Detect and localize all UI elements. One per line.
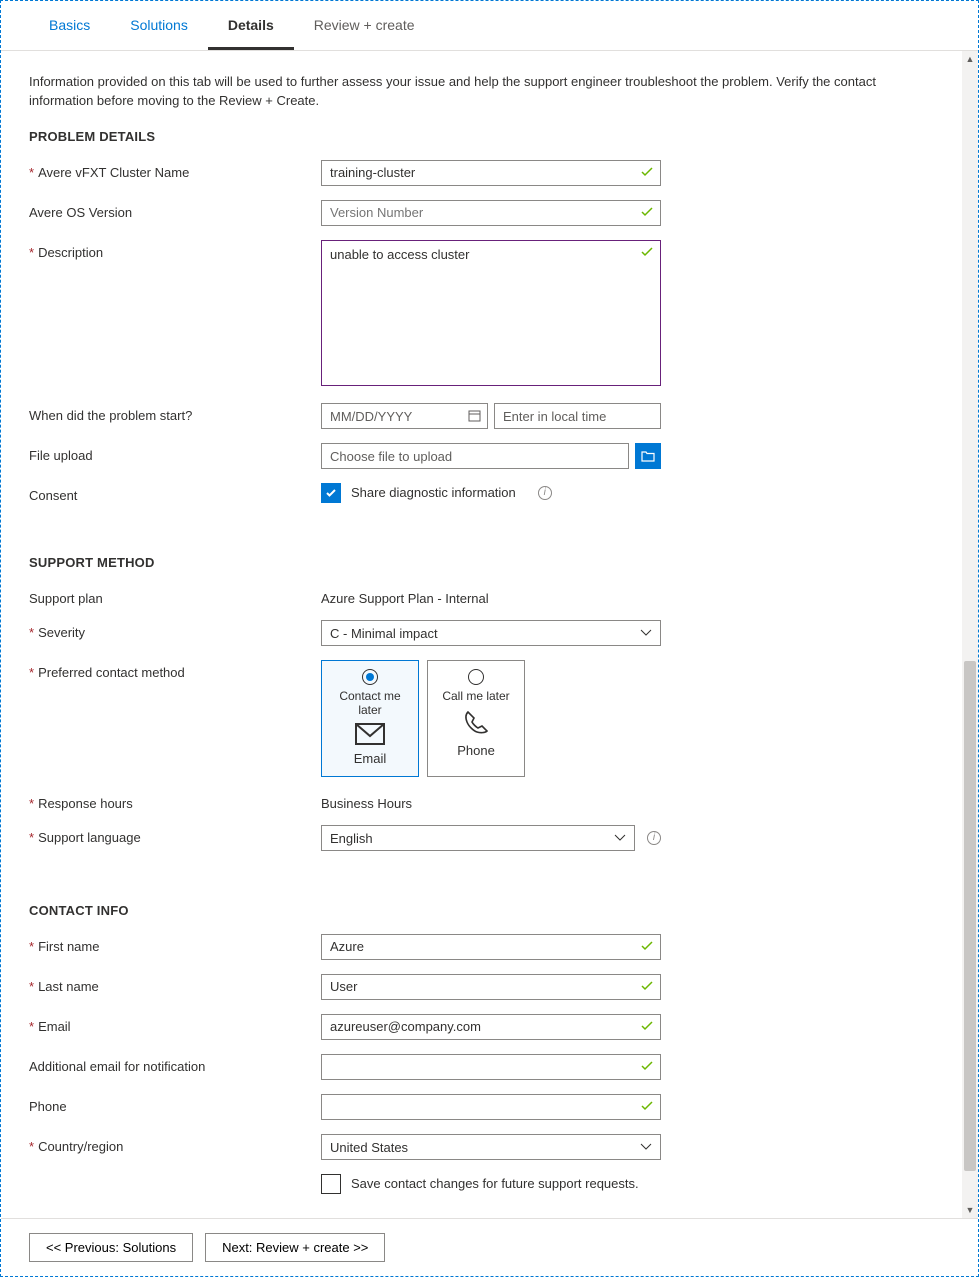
label-cluster-name: *Avere vFXT Cluster Name bbox=[29, 160, 321, 180]
label-response-hours: *Response hours bbox=[29, 791, 321, 811]
phone-input[interactable] bbox=[321, 1094, 661, 1120]
panel: Basics Solutions Details Review + create… bbox=[0, 0, 979, 1277]
label-os-version: Avere OS Version bbox=[29, 200, 321, 220]
consent-label: Share diagnostic information bbox=[351, 485, 516, 500]
last-name-input[interactable] bbox=[321, 974, 661, 1000]
section-support-method: SUPPORT METHOD bbox=[29, 555, 934, 570]
info-icon[interactable]: i bbox=[538, 486, 552, 500]
time-input[interactable]: Enter in local time bbox=[494, 403, 661, 429]
additional-email-input[interactable] bbox=[321, 1054, 661, 1080]
intro-text: Information provided on this tab will be… bbox=[29, 73, 934, 111]
footer: << Previous: Solutions Next: Review + cr… bbox=[1, 1218, 978, 1276]
check-icon bbox=[641, 1060, 653, 1072]
check-icon bbox=[641, 940, 653, 952]
label-email: *Email bbox=[29, 1014, 321, 1034]
tab-solutions[interactable]: Solutions bbox=[110, 1, 208, 50]
card-email-label: Contact me later bbox=[326, 689, 414, 717]
label-country: *Country/region bbox=[29, 1134, 321, 1154]
severity-select[interactable]: C - Minimal impact bbox=[321, 620, 661, 646]
tab-basics[interactable]: Basics bbox=[29, 1, 110, 50]
save-contact-checkbox[interactable] bbox=[321, 1174, 341, 1194]
label-when-start: When did the problem start? bbox=[29, 403, 321, 423]
contact-method-phone[interactable]: Call me later Phone bbox=[427, 660, 525, 777]
check-icon bbox=[641, 1100, 653, 1112]
label-consent: Consent bbox=[29, 483, 321, 503]
previous-button[interactable]: << Previous: Solutions bbox=[29, 1233, 193, 1262]
response-hours-value: Business Hours bbox=[321, 791, 661, 811]
check-icon bbox=[641, 246, 653, 258]
section-problem-details: PROBLEM DETAILS bbox=[29, 129, 934, 144]
chevron-down-icon bbox=[614, 834, 626, 842]
label-support-plan: Support plan bbox=[29, 586, 321, 606]
scrollbar[interactable]: ▲ ▼ bbox=[962, 51, 978, 1218]
scroll-down[interactable]: ▼ bbox=[962, 1202, 978, 1218]
cluster-name-input[interactable] bbox=[321, 160, 661, 186]
label-additional-email: Additional email for notification bbox=[29, 1054, 321, 1074]
card-phone-sub: Phone bbox=[432, 743, 520, 758]
card-email-sub: Email bbox=[326, 751, 414, 766]
chevron-down-icon bbox=[640, 629, 652, 637]
support-plan-value: Azure Support Plan - Internal bbox=[321, 586, 661, 606]
scroll-area: Information provided on this tab will be… bbox=[1, 51, 978, 1218]
scroll-thumb[interactable] bbox=[964, 661, 976, 1171]
folder-icon bbox=[641, 450, 655, 462]
phone-icon bbox=[432, 709, 520, 737]
calendar-icon bbox=[468, 409, 481, 422]
os-version-input[interactable] bbox=[321, 200, 661, 226]
label-phone: Phone bbox=[29, 1094, 321, 1114]
radio-email bbox=[362, 669, 378, 685]
label-contact-method: *Preferred contact method bbox=[29, 660, 321, 680]
label-description: *Description bbox=[29, 240, 321, 260]
label-severity: *Severity bbox=[29, 620, 321, 640]
scroll-up[interactable]: ▲ bbox=[962, 51, 978, 67]
radio-phone bbox=[468, 669, 484, 685]
consent-checkbox[interactable] bbox=[321, 483, 341, 503]
country-select[interactable]: United States bbox=[321, 1134, 661, 1160]
label-last-name: *Last name bbox=[29, 974, 321, 994]
support-language-select[interactable]: English bbox=[321, 825, 635, 851]
tab-bar: Basics Solutions Details Review + create bbox=[1, 1, 978, 51]
tab-review[interactable]: Review + create bbox=[294, 1, 435, 50]
contact-method-email[interactable]: Contact me later Email bbox=[321, 660, 419, 777]
label-file-upload: File upload bbox=[29, 443, 321, 463]
email-input[interactable] bbox=[321, 1014, 661, 1040]
tab-details[interactable]: Details bbox=[208, 1, 294, 50]
next-button[interactable]: Next: Review + create >> bbox=[205, 1233, 385, 1262]
card-phone-label: Call me later bbox=[432, 689, 520, 703]
file-browse-button[interactable] bbox=[635, 443, 661, 469]
check-icon bbox=[641, 1020, 653, 1032]
label-first-name: *First name bbox=[29, 934, 321, 954]
section-contact-info: CONTACT INFO bbox=[29, 903, 934, 918]
check-icon bbox=[641, 166, 653, 178]
save-contact-label: Save contact changes for future support … bbox=[351, 1176, 639, 1191]
info-icon[interactable]: i bbox=[647, 831, 661, 845]
check-icon bbox=[641, 980, 653, 992]
description-input[interactable]: unable to access cluster bbox=[321, 240, 661, 386]
first-name-input[interactable] bbox=[321, 934, 661, 960]
file-upload-input[interactable]: Choose file to upload bbox=[321, 443, 629, 469]
content: Information provided on this tab will be… bbox=[1, 51, 962, 1218]
label-support-language: *Support language bbox=[29, 825, 321, 845]
chevron-down-icon bbox=[640, 1143, 652, 1151]
check-icon bbox=[641, 206, 653, 218]
date-input[interactable]: MM/DD/YYYY bbox=[321, 403, 488, 429]
mail-icon bbox=[326, 723, 414, 745]
